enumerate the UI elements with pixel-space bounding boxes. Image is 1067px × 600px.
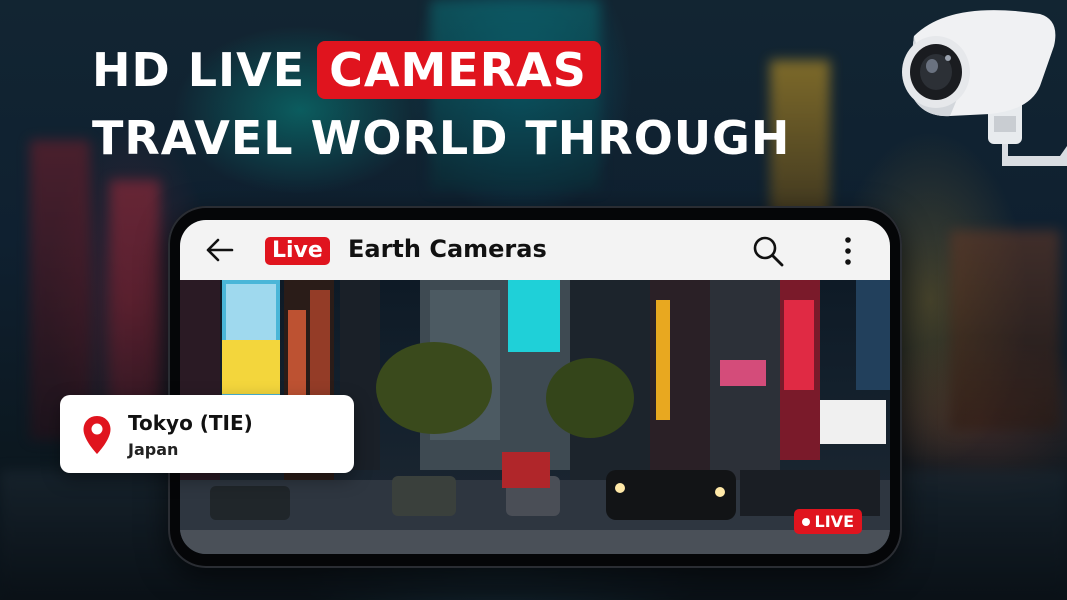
headline-line-1: HD LIVE CAMERAS — [92, 38, 790, 102]
live-status-label: LIVE — [814, 512, 854, 531]
bg-building — [950, 230, 1060, 430]
location-card[interactable]: Tokyo (TIE) Japan — [60, 395, 354, 473]
location-name: Tokyo (TIE) — [128, 411, 253, 435]
phone-mockup: Live Earth Cameras LIVE — [168, 206, 902, 568]
arrow-left-icon[interactable] — [204, 236, 234, 264]
more-vertical-icon[interactable] — [836, 235, 860, 267]
location-country: Japan — [128, 440, 179, 459]
app-title: Earth Cameras — [348, 235, 547, 263]
live-dot-icon — [801, 517, 810, 526]
headline-prefix: HD LIVE — [92, 43, 306, 97]
live-status-badge: LIVE — [793, 509, 862, 534]
app-screen: Live Earth Cameras LIVE — [180, 220, 890, 554]
search-icon[interactable] — [752, 235, 784, 267]
map-pin-icon — [83, 416, 111, 454]
cctv-camera-icon — [902, 10, 1067, 166]
headline: HD LIVE CAMERAS TRAVEL WORLD THROUGH — [92, 38, 790, 170]
app-bar: Live Earth Cameras — [180, 220, 890, 280]
headline-highlight-badge: CAMERAS — [317, 41, 601, 99]
headline-line-2: TRAVEL WORLD THROUGH — [92, 111, 791, 165]
live-logo-badge: Live — [265, 237, 330, 266]
